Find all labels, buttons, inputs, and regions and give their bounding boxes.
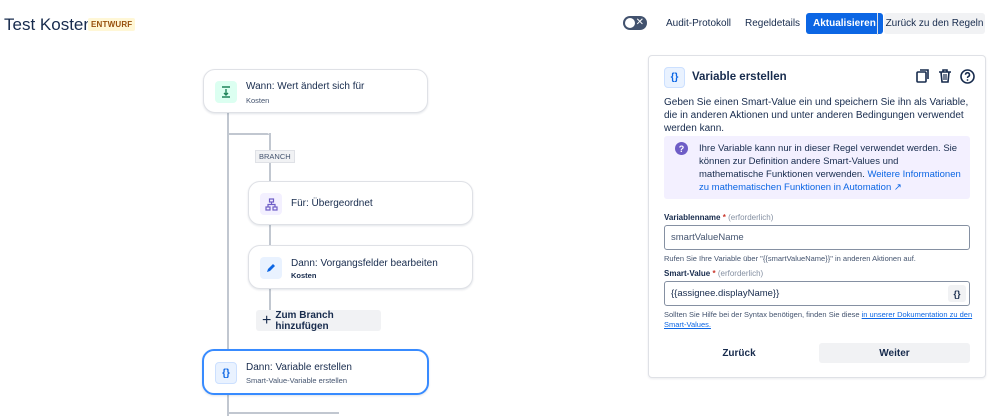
curly-braces-icon: {} [664,67,685,88]
insert-smart-value-button[interactable]: {} [948,285,966,302]
hierarchy-icon [260,193,282,215]
edit-fields-title: Dann: Vorgangsfelder bearbeiten [291,258,438,269]
curly-braces-icon: {} [215,362,237,384]
config-panel: {} Variable erstellen Geben Sie einen Sm… [648,55,986,378]
rule-details-button[interactable]: Regeldetails [738,13,807,34]
info-box: ? Ihre Variable kann nur in dieser Regel… [664,136,970,199]
smart-value-text: {{assignee.displayName}} [671,288,780,299]
smart-value-label: Smart-Value * (erforderlich) [664,269,764,278]
close-icon: ✕ [635,17,644,28]
create-variable-card[interactable]: {} Dann: Variable erstellen Smart-Value-… [202,349,429,395]
panel-actions [915,68,975,84]
smart-value-input[interactable]: {{assignee.displayName}} {} [664,281,970,306]
variable-name-input[interactable]: smartValueName [664,225,970,250]
edit-fields-card[interactable]: Dann: Vorgangsfelder bearbeiten Kosten [248,245,473,289]
status-badge: ENTWURF [88,18,136,31]
trigger-icon [215,81,237,103]
trash-icon[interactable] [937,68,953,84]
add-to-branch-label: Zum Branch hinzufügen [275,309,334,332]
branch-tag: BRANCH [255,150,295,163]
branch-connector-top [229,133,269,135]
variable-name-help: Rufen Sie Ihre Variable über "{{smartVal… [664,254,916,263]
panel-title: Variable erstellen [692,71,787,83]
next-button[interactable]: Weiter [819,343,970,363]
branch-for-card[interactable]: Für: Übergeordnet [248,181,473,225]
trigger-subtitle: Kosten [246,96,270,105]
trigger-card[interactable]: Wann: Wert ändert sich für Kosten [203,69,428,113]
bottom-connector [229,412,339,414]
smart-value-help: Sollten Sie Hilfe bei der Syntax benötig… [664,310,973,329]
audit-log-button[interactable]: Audit-Protokoll [659,13,738,34]
info-text: Ihre Variable kann nur in dieser Regel v… [699,142,964,194]
trigger-title: Wann: Wert ändert sich für [246,81,365,92]
divider [877,13,878,35]
toggle-knob [625,18,635,28]
create-variable-subtitle: Smart-Value-Variable erstellen [246,376,348,385]
pencil-icon [260,257,282,279]
variable-name-label: Variablenname * (erforderlich) [664,213,774,222]
plus-icon: + [262,311,272,329]
branch-for-title: Für: Übergeordnet [291,198,373,209]
toggle-switch[interactable]: ✕ [623,16,647,30]
question-icon: ? [675,142,688,155]
back-button[interactable]: Zurück [664,343,814,363]
header: Test Kosten ENTWURF ✕ Audit-Protokoll Re… [0,0,998,50]
panel-description: Geben Sie einen Smart-Value ein und spei… [664,97,969,134]
back-to-rules-button[interactable]: Zurück zu den Regeln [884,13,985,34]
edit-fields-subtitle: Kosten [291,271,317,280]
help-icon[interactable] [959,68,975,84]
update-button[interactable]: Aktualisieren [806,13,883,34]
copy-icon[interactable] [915,68,931,84]
create-variable-title: Dann: Variable erstellen [246,362,352,373]
page-title: Test Kosten [4,15,93,34]
add-to-branch-button[interactable]: + Zum Branch hinzufügen [256,309,381,332]
